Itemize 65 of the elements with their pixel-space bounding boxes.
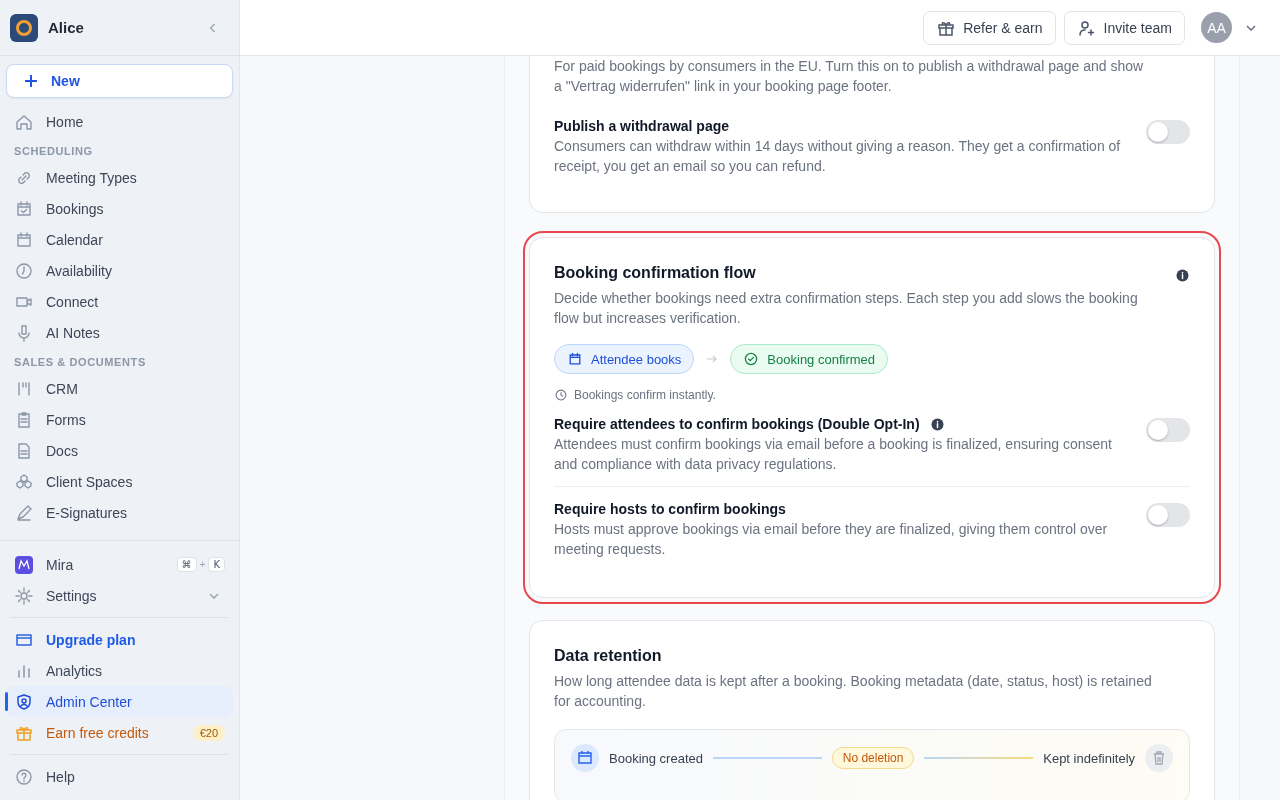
setting-description: Attendees must confirm bookings via email before a booking is finalized, ensuring consent and compliance with data privacy regulations.	[554, 435, 1113, 474]
nav-item[interactable]: AI Notes	[6, 317, 233, 348]
section-heading: SCHEDULING	[13, 144, 94, 159]
info-icon[interactable]	[929, 416, 945, 432]
nav-item[interactable]: Admin Center	[6, 686, 233, 717]
help-item[interactable]: Help	[6, 761, 233, 792]
settings-icon	[14, 585, 34, 606]
nav-item[interactable]: Availability	[6, 255, 233, 286]
card-description: How long attendee data is kept after a booking. Booking metadata (date, status, host) is retained for accounting.	[554, 672, 1153, 711]
chevron-icon[interactable]	[1246, 24, 1256, 31]
nav-item[interactable]: Forms	[6, 404, 233, 435]
logo-icon	[10, 13, 38, 42]
invite-button[interactable]: Invite team	[1063, 10, 1185, 45]
nav-item[interactable]: CRM	[6, 373, 233, 404]
card-title: Booking confirmation flow	[554, 264, 756, 282]
timeline-start: Booking created	[609, 750, 703, 766]
nav-item[interactable]: Meeting Types	[6, 162, 233, 193]
setting-title: Publish a withdrawal page	[554, 118, 730, 134]
card-title: Data retention	[554, 647, 662, 665]
flow-note: Bookings confirm instantly.	[574, 388, 716, 402]
assistant-logo-icon	[14, 554, 34, 575]
calendar-check-icon	[14, 198, 34, 219]
workspace-name: Alice	[48, 19, 85, 36]
nav-item[interactable]: Bookings	[6, 193, 233, 224]
info-icon[interactable]	[1175, 267, 1190, 283]
hexagons-icon	[14, 471, 34, 492]
timeline-end: Kept indefinitely	[1043, 750, 1135, 766]
nav-item[interactable]: Client Spaces	[6, 466, 233, 497]
nav-item[interactable]: E-Signatures	[6, 497, 233, 528]
toggle-switch[interactable]	[1146, 120, 1190, 144]
card-description: Decide whether bookings need extra confirmation steps. Each step you add slows the booking flow but increases verification.	[554, 289, 1139, 328]
setting-description: Consumers can withdraw within 14 days without giving a reason. They get a confirmation of receipt, you get an email so you can refund.	[554, 137, 1122, 176]
trash-icon	[1145, 744, 1173, 772]
section-heading: SALES & DOCUMENTS	[13, 355, 147, 370]
clock-icon	[14, 260, 34, 281]
flow-step: Booking confirmed	[730, 344, 889, 374]
calendar-icon	[567, 351, 583, 367]
toggle-switch[interactable]	[1146, 418, 1190, 442]
calendar-icon	[14, 229, 34, 250]
settings-item[interactable]: Settings	[6, 580, 233, 611]
setting-description: Hosts must approve bookings via email before they are finalized, giving them control over meeting requests.	[554, 520, 1109, 559]
new-button[interactable]: New	[6, 64, 233, 98]
setting-title: Require hosts to confirm bookings	[554, 501, 786, 517]
credit-badge: €20	[192, 724, 225, 741]
shortcut-key: K	[208, 557, 225, 572]
nav-item[interactable]: Docs	[6, 435, 233, 466]
help-icon	[14, 766, 34, 787]
policy-badge: No deletion	[831, 747, 915, 769]
nav-item[interactable]: Earn free credits €20	[6, 717, 233, 748]
clock-icon	[554, 388, 568, 402]
nav-item[interactable]: Connect	[6, 286, 233, 317]
setting-title: Require attendees to confirm bookings (Double Opt-In)	[554, 416, 920, 432]
shield-user-icon	[14, 691, 34, 712]
card-description: For paid bookings by consumers in the EU. Turn this on to publish a withdrawal page and show a "Vertrag widerrufen" link in your booking page footer.	[554, 57, 1145, 96]
nav-item[interactable]: Upgrade plan	[6, 624, 233, 655]
toggle-switch[interactable]	[1146, 503, 1190, 527]
nav-item[interactable]: Home	[6, 106, 233, 137]
refer-button[interactable]: Refer & earn	[923, 10, 1056, 45]
flow-step: Attendee books	[554, 344, 695, 374]
nav-item[interactable]: Calendar	[6, 224, 233, 255]
shortcut-key: ⌘	[176, 557, 197, 572]
shortcut-plus: +	[199, 559, 206, 570]
assistant-item[interactable]: Mira ⌘ + K	[6, 549, 233, 580]
nav-item[interactable]: Analytics	[6, 655, 233, 686]
calendar-icon	[571, 744, 599, 772]
